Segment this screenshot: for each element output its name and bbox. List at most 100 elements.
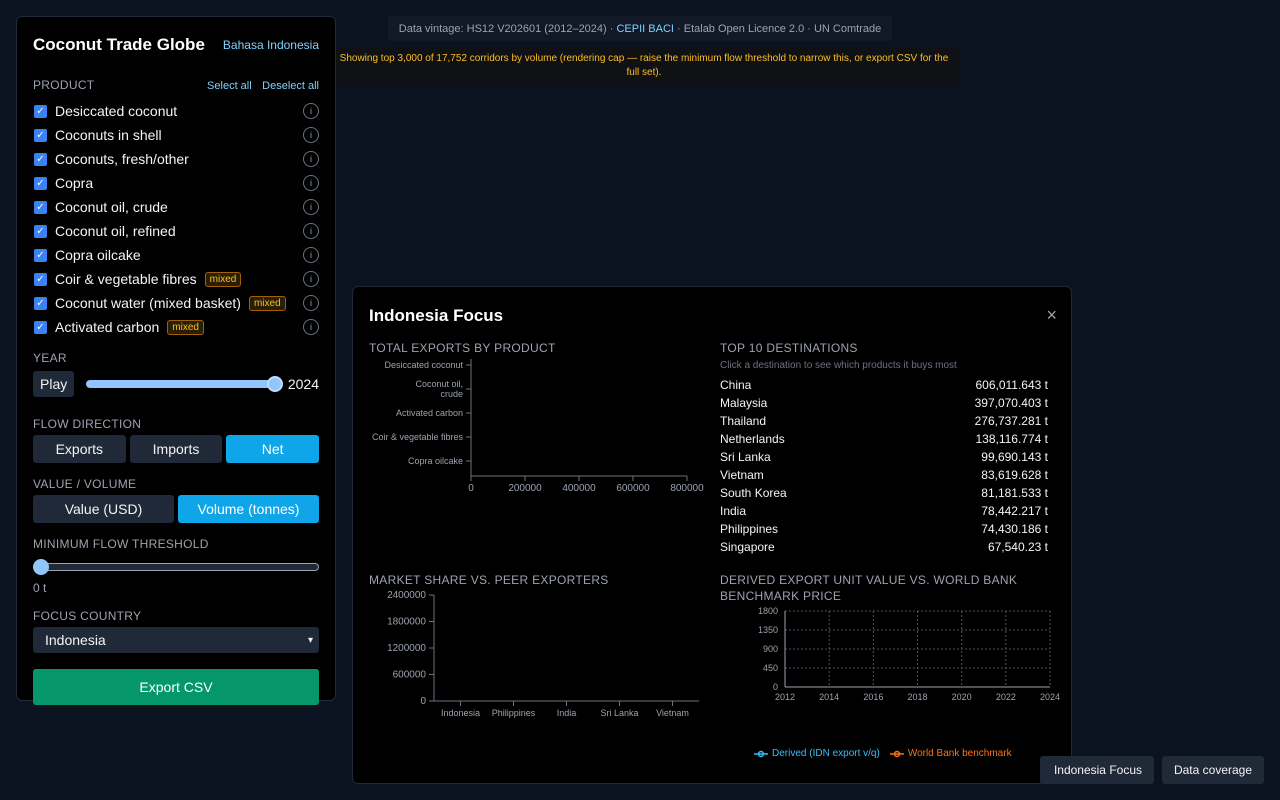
product-item: ✓ Activated carbon mixed i [33,315,319,339]
destination-country: Malaysia [720,396,768,410]
close-icon[interactable]: × [1046,305,1057,326]
threshold-label: MINIMUM FLOW THRESHOLD [33,537,209,551]
product-name: Desiccated coconut [55,103,178,119]
destination-volume: 276,737.281 t [974,414,1048,428]
destination-row[interactable]: South Korea 81,181.533 t [720,484,1048,502]
destination-volume: 78,442.217 t [981,504,1048,518]
product-checkbox[interactable]: ✓ [34,128,47,142]
app-title: Coconut Trade Globe [33,35,205,54]
destination-country: South Korea [720,486,787,500]
year-section-label: YEAR [33,351,67,365]
focus-country-select[interactable]: Indonesia ▾ [33,627,319,653]
flow-exports-button[interactable]: Exports [33,435,126,463]
product-checkbox[interactable]: ✓ [34,176,47,190]
x-tick-label: Indonesia [441,708,480,718]
x-tick-label: 0 [468,483,474,494]
y-tick-label: Activated carbon [396,408,463,418]
info-icon[interactable]: i [303,319,319,335]
product-checkbox[interactable]: ✓ [34,152,47,166]
destination-row[interactable]: Singapore 67,540.23 t [720,538,1048,556]
x-tick-label: Vietnam [656,708,689,718]
y-tick-label: 1350 [758,625,778,635]
info-icon[interactable]: i [303,127,319,143]
focus-country-value: Indonesia [45,632,106,648]
x-tick-label: 200000 [508,483,542,494]
year-slider-thumb[interactable] [266,376,283,392]
y-tick-label: Coir & vegetable fibres [372,432,464,442]
destination-row[interactable]: Thailand 276,737.281 t [720,412,1048,430]
product-item: ✓ Coconut oil, crude i [33,195,319,219]
play-button[interactable]: Play [33,371,75,397]
y-tick-label: 1200000 [387,643,426,654]
indonesia-focus-button[interactable]: Indonesia Focus [1040,756,1154,784]
info-icon[interactable]: i [303,199,319,215]
destination-volume: 83,619.628 t [981,468,1048,482]
destination-volume: 67,540.23 t [987,540,1048,554]
language-toggle-link[interactable]: Bahasa Indonesia [223,38,319,52]
product-checkbox[interactable]: ✓ [34,200,47,214]
product-item: ✓ Copra i [33,171,319,195]
info-icon[interactable]: i [303,175,319,191]
x-tick-label: 2024 [1040,692,1060,702]
destination-country: Thailand [720,414,767,428]
destination-row[interactable]: Malaysia 397,070.403 t [720,394,1048,412]
x-tick-label: 2020 [952,692,972,702]
destination-row[interactable]: India 78,442.217 t [720,502,1048,520]
export-csv-button[interactable]: Export CSV [33,669,319,705]
info-icon[interactable]: i [303,103,319,119]
legend-swatch [754,750,768,757]
threshold-slider[interactable] [33,559,319,575]
y-tick-label: Coconut oil, [415,379,463,389]
destination-row[interactable]: Netherlands 138,116.774 t [720,430,1048,448]
destination-volume: 74,430.186 t [981,522,1048,536]
data-coverage-button[interactable]: Data coverage [1162,756,1264,784]
destination-row[interactable]: Philippines 74,430.186 t [720,520,1048,538]
destination-country: China [720,378,752,392]
product-checkbox[interactable]: ✓ [34,320,47,334]
data-vintage-banner: Data vintage: HS12 V202601 (2012–2024) ·… [388,16,892,41]
product-item: ✓ Desiccated coconut i [33,99,319,123]
destination-volume: 138,116.774 t [975,432,1048,446]
product-name: Coir & vegetable fibres [55,271,197,287]
deselect-all-link[interactable]: Deselect all [262,80,319,92]
info-icon[interactable]: i [303,295,319,311]
product-checkbox[interactable]: ✓ [34,296,47,310]
vintage-prefix: Data vintage: HS12 V202601 (2012–2024) · [398,22,614,35]
product-checkbox[interactable]: ✓ [34,272,47,286]
threshold-slider-thumb[interactable] [33,559,49,575]
legend-label: Derived (IDN export v/q) [772,748,880,759]
info-icon[interactable]: i [303,151,319,167]
year-slider[interactable] [86,376,283,392]
y-tick-label: 1800 [758,606,778,616]
value-volume-label: VALUE / VOLUME [33,477,137,491]
flow-net-button[interactable]: Net [226,435,320,463]
x-tick-label: 2012 [775,692,795,702]
product-checkbox[interactable]: ✓ [34,224,47,238]
info-icon[interactable]: i [303,247,319,263]
product-item: ✓ Coconuts, fresh/other i [33,147,319,171]
flow-direction-label: FLOW DIRECTION [33,417,142,431]
vintage-suffix: · Etalab Open Licence 2.0 · UN Comtrade [677,22,882,35]
destination-row[interactable]: China 606,011.643 t [720,376,1048,394]
focus-panel-title: Indonesia Focus [369,306,504,325]
x-tick-label: 2014 [819,692,839,702]
destination-country: India [720,504,747,518]
unit-value-chart: 0 450 900 1350 1800 2012 2014 2016 2018 2020 2022 2… [758,606,1060,702]
y-tick-label: 450 [763,663,778,673]
destination-volume: 606,011.643 t [975,378,1048,392]
product-checkbox[interactable]: ✓ [34,248,47,262]
destination-row[interactable]: Vietnam 83,619.628 t [720,466,1048,484]
flow-imports-button[interactable]: Imports [129,435,223,463]
value-usd-button[interactable]: Value (USD) [33,495,174,523]
cepii-baci-link[interactable]: CEPII BACI [616,23,673,35]
destination-row[interactable]: Sri Lanka 99,690.143 t [720,448,1048,466]
product-checkbox[interactable]: ✓ [34,104,47,118]
flow-direction-group: Exports Imports Net [33,435,320,463]
focus-panel: Indonesia Focus × TOTAL EXPORTS BY PRODU… [352,286,1072,784]
product-section-label: PRODUCT [33,78,95,92]
info-icon[interactable]: i [303,223,319,239]
info-icon[interactable]: i [303,271,319,287]
volume-tonnes-button[interactable]: Volume (tonnes) [178,495,319,523]
select-all-link[interactable]: Select all [207,80,252,92]
market-share-title: MARKET SHARE VS. PEER EXPORTERS [369,573,609,587]
